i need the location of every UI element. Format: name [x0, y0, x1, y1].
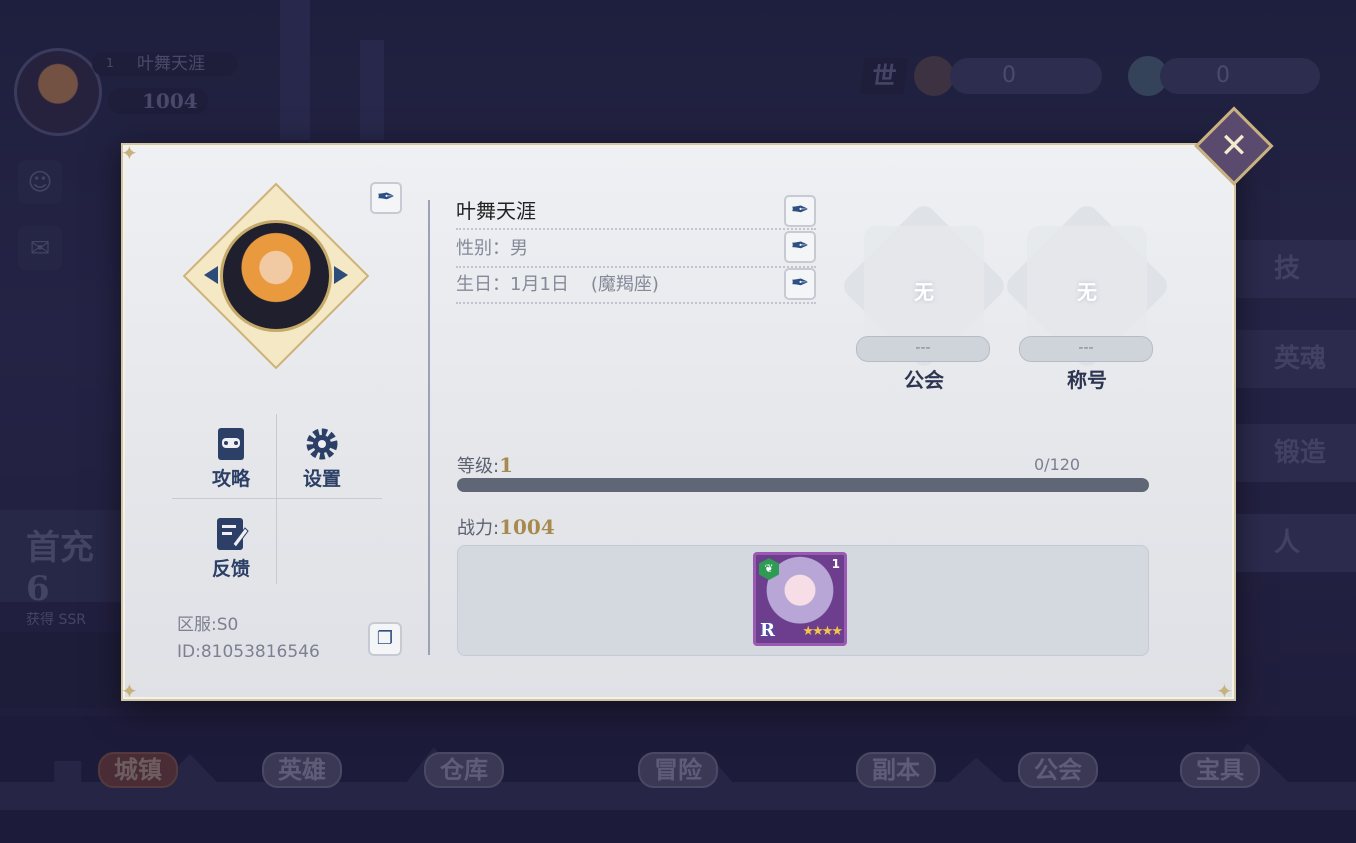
- player-level-small: 1: [106, 56, 114, 70]
- guild-caption: 公会: [904, 368, 944, 392]
- gear-icon: [306, 428, 338, 460]
- title-emblem-text: 无: [1077, 280, 1097, 304]
- settings-button[interactable]: 设置: [287, 426, 357, 491]
- copy-id-button[interactable]: ❐: [368, 622, 402, 656]
- edit-name-button[interactable]: ✒: [784, 195, 816, 227]
- nav-treasure[interactable]: 宝具: [1180, 752, 1260, 788]
- birthday-value: 1月1日: [510, 274, 569, 295]
- nav-dungeon[interactable]: 副本: [856, 752, 936, 788]
- hero-stars: ★★★★: [802, 624, 843, 639]
- mail-icon[interactable]: ✉: [18, 226, 62, 270]
- left-panel: [0, 632, 124, 708]
- nav-adventure[interactable]: 冒险: [638, 752, 718, 788]
- menu-divider-h: [172, 498, 382, 499]
- title-value: ---: [1019, 336, 1153, 362]
- zodiac-value: (魔羯座): [590, 274, 659, 295]
- player-id: ID:81053816546: [177, 642, 320, 662]
- background-tower: [280, 0, 310, 140]
- exp-text: 0/120: [1034, 455, 1081, 474]
- guild-emblem-text: 无: [914, 280, 934, 304]
- feedback-label: 反馈: [211, 558, 250, 580]
- level-value: 1: [499, 453, 513, 477]
- nav-guild[interactable]: 公会: [1018, 752, 1098, 788]
- chat-icon[interactable]: ☺: [18, 160, 62, 204]
- player-power-plate: 1004: [108, 88, 208, 114]
- feather-pen-icon: ✒: [790, 271, 810, 296]
- nav-heroes[interactable]: 英雄: [262, 752, 342, 788]
- gender-label: 性别：: [456, 238, 510, 259]
- vertical-divider: [428, 200, 430, 655]
- promo-title: 首充6: [26, 528, 94, 609]
- hero-card[interactable]: ❦ 1 R ★★★★: [753, 552, 847, 646]
- gender-row: 性别：男: [456, 232, 816, 268]
- feather-pen-icon: ✒: [790, 234, 810, 259]
- close-icon: ✕: [1219, 126, 1249, 166]
- menu-divider-v: [276, 414, 277, 584]
- corner-ornament: ✦: [121, 141, 138, 165]
- server-label: 区服:S0: [177, 615, 239, 635]
- hero-rarity: R: [760, 620, 775, 641]
- birthday-row: 生日：1月1日 (魔羯座): [456, 268, 816, 304]
- nav-warehouse[interactable]: 仓库: [424, 752, 504, 788]
- title-caption: 称号: [1067, 368, 1107, 392]
- corner-ornament: ✦: [121, 679, 138, 703]
- edit-avatar-button[interactable]: ✒: [370, 182, 402, 214]
- background-tower: [360, 40, 384, 140]
- guide-button[interactable]: 攻略: [196, 426, 266, 491]
- power-label: 战力:1004: [457, 514, 555, 540]
- coin-icon: [914, 56, 954, 96]
- level-label: 等级:1: [457, 452, 513, 478]
- nav-town[interactable]: 城镇: [98, 752, 178, 788]
- level-label-text: 等级:: [457, 456, 500, 477]
- first-recharge-promo[interactable]: 首充6 获得 SSR: [0, 510, 130, 628]
- title-emblem[interactable]: 无 --- 称号: [1002, 201, 1172, 392]
- hero-level: 1: [831, 557, 840, 571]
- copy-icon: ❐: [376, 628, 394, 649]
- feedback-note-icon: [217, 518, 249, 550]
- currency-2-value: 0: [1160, 58, 1320, 94]
- name-row: 叶舞天涯: [456, 194, 816, 230]
- server-info: 区服:S0 ID:81053816546: [177, 612, 320, 666]
- feedback-button[interactable]: 反馈: [196, 516, 266, 581]
- birthday-label: 生日：: [456, 274, 510, 295]
- portrait-image: [220, 220, 332, 332]
- guild-value: ---: [856, 336, 990, 362]
- feather-pen-icon: ✒: [376, 185, 396, 210]
- exp-bar: [457, 478, 1149, 492]
- player-name: 叶舞天涯: [456, 199, 536, 223]
- leaf-icon: ❦: [759, 558, 779, 580]
- promo-subtitle: 获得 SSR: [26, 612, 86, 628]
- world-badge[interactable]: 世: [859, 58, 909, 94]
- power-value: 1004: [499, 515, 555, 539]
- gender-value: 男: [510, 238, 528, 259]
- player-avatar-small[interactable]: [14, 48, 102, 136]
- feather-pen-icon: ✒: [790, 198, 810, 223]
- settings-label: 设置: [302, 468, 341, 490]
- guide-book-icon: [218, 428, 244, 460]
- guide-label: 攻略: [211, 468, 250, 490]
- currency-1-value: 0: [950, 58, 1102, 94]
- guild-emblem[interactable]: 无 --- 公会: [839, 201, 1009, 392]
- corner-ornament: ✦: [1216, 679, 1233, 703]
- edit-gender-button[interactable]: ✒: [784, 231, 816, 263]
- power-label-text: 战力:: [457, 518, 500, 539]
- edit-birthday-button[interactable]: ✒: [784, 268, 816, 300]
- player-portrait[interactable]: [182, 182, 370, 370]
